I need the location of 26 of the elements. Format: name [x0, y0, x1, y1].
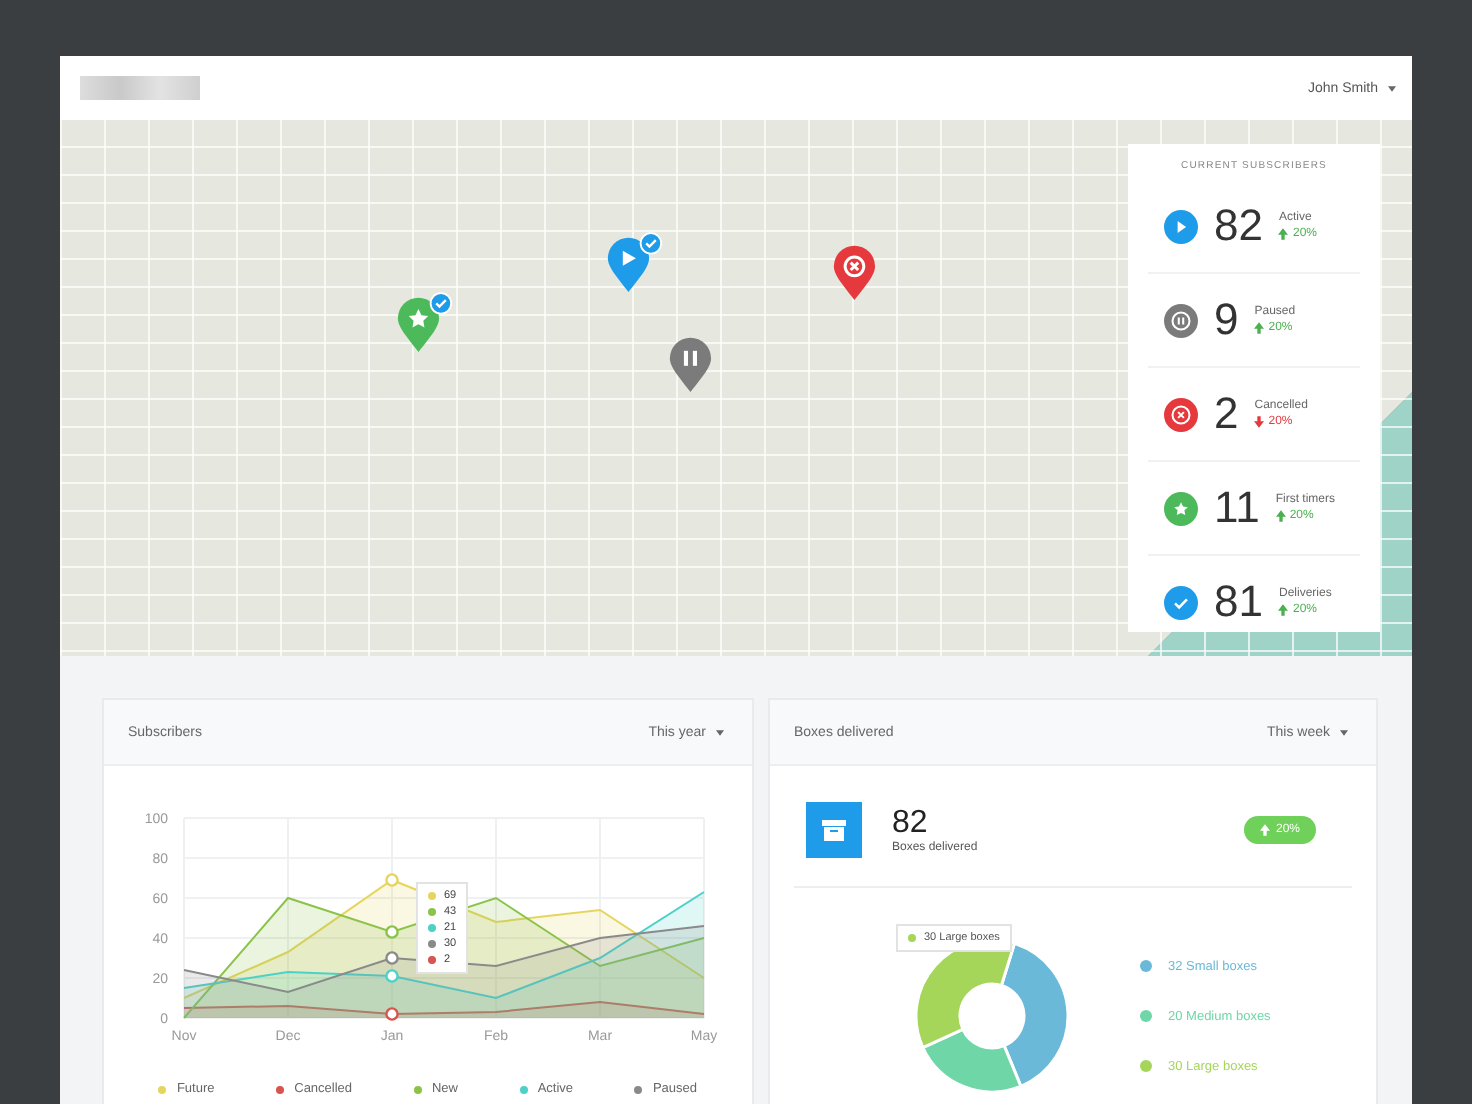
box-icon — [806, 802, 862, 858]
caret-icon — [716, 729, 724, 735]
legend-dot — [1140, 1060, 1152, 1072]
data-point — [385, 951, 399, 965]
caret-icon — [1340, 729, 1348, 735]
stat-count: 81 — [1214, 576, 1263, 628]
total-count: 82 — [892, 806, 930, 841]
legend-dot — [276, 1085, 285, 1093]
stat-count: 11 — [1214, 482, 1260, 534]
legend-dot — [1140, 960, 1152, 972]
legend-dot — [519, 1085, 528, 1093]
stat-count: 82 — [1214, 200, 1263, 252]
map-pin[interactable] — [396, 292, 454, 354]
stat-count: 2 — [1214, 388, 1239, 440]
legend-dot — [413, 1085, 422, 1093]
caret-icon — [1388, 85, 1396, 91]
stat-count: 9 — [1214, 294, 1239, 346]
legend-dot — [1140, 1010, 1152, 1022]
blurred-logo — [80, 76, 200, 100]
map-pin[interactable] — [606, 232, 664, 294]
data-point — [385, 873, 399, 887]
legend-dot — [634, 1085, 643, 1093]
data-point — [385, 969, 399, 983]
legend-dot — [158, 1085, 167, 1093]
data-point — [385, 1007, 399, 1021]
data-point — [385, 925, 399, 939]
